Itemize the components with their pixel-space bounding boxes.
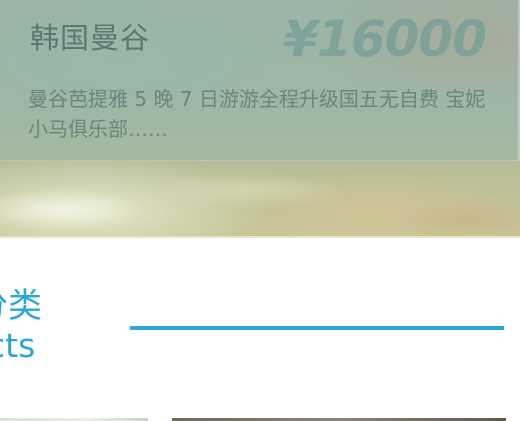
banner-title: 韩国曼谷 [30,21,151,55]
banner-background-photo [0,150,520,238]
banner-caption-overlay: 韩国曼谷 ¥16000 曼谷芭提雅 5 晚 7 日游游全程升级国五无自费 宝妮小… [0,0,520,161]
banner-price: ¥16000 [283,10,487,68]
category-section-header: 分类 cts [0,238,520,421]
section-title-english: cts [0,326,36,365]
promo-banner[interactable]: 韩国曼谷 ¥16000 曼谷芭提雅 5 晚 7 日游游全程升级国五无自费 宝妮小… [0,0,520,238]
page: 韩国曼谷 ¥16000 曼谷芭提雅 5 晚 7 日游游全程升级国五无自费 宝妮小… [0,0,520,421]
banner-description: 曼谷芭提雅 5 晚 7 日游游全程升级国五无自费 宝妮小马俱乐部…… [28,87,486,141]
section-title-chinese: 分类 [0,286,42,326]
section-divider-line [130,326,504,330]
